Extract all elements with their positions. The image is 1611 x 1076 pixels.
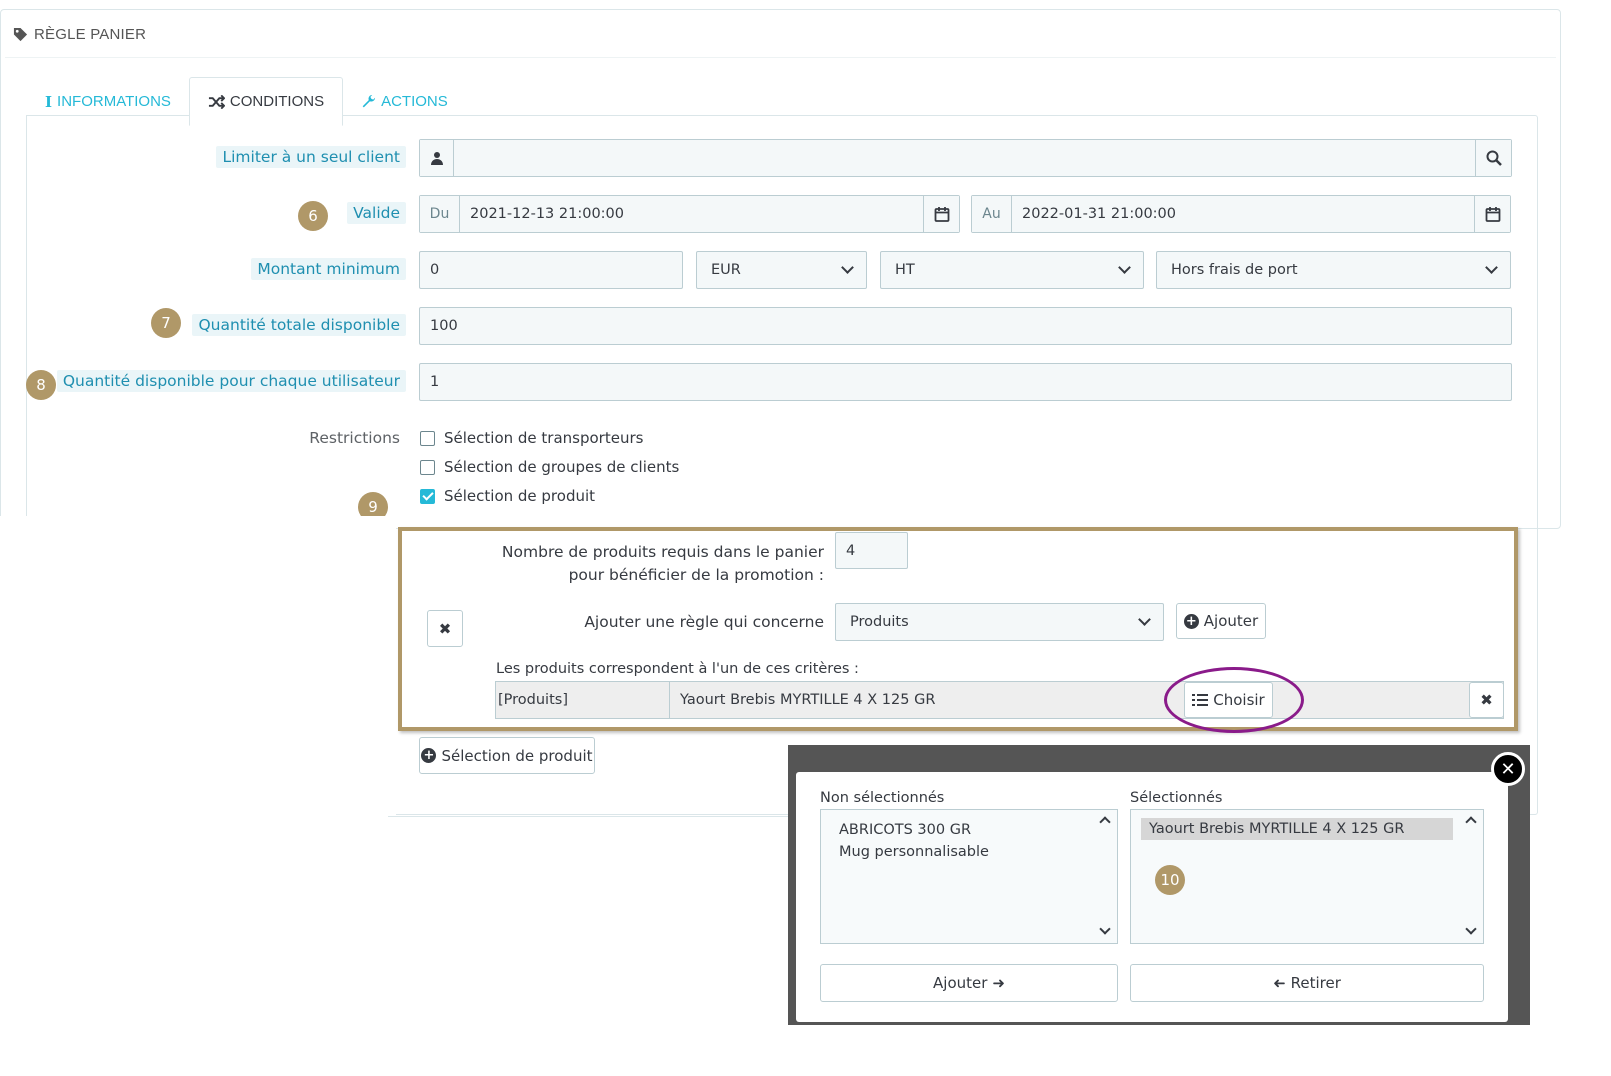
checkbox-label: Sélection de groupes de clients — [444, 458, 680, 476]
tax-select[interactable]: HT — [880, 251, 1144, 289]
choose-button[interactable]: Choisir — [1184, 682, 1273, 718]
client-label: Limiter à un seul client — [216, 146, 406, 168]
per-user-field[interactable]: 1 — [419, 363, 1512, 401]
restriction-carriers[interactable]: Sélection de transporteurs — [420, 429, 643, 447]
user-icon — [420, 140, 454, 176]
wrench-icon — [362, 94, 376, 108]
valid-to-field: Au 2022-01-31 21:00:00 — [971, 195, 1511, 233]
scroll-up-icon[interactable] — [1465, 816, 1477, 828]
valid-to-input[interactable]: 2022-01-31 21:00:00 — [1012, 206, 1474, 222]
panel-title: RÈGLE PANIER — [34, 25, 147, 43]
add-rule-label: Ajouter une règle qui concerne — [584, 613, 824, 631]
rule-type-value: Produits — [850, 614, 909, 630]
carriers-checkbox[interactable] — [420, 430, 435, 446]
tab-label: CONDITIONS — [229, 93, 325, 110]
modal-add-button[interactable]: Ajouter ➜ — [820, 964, 1118, 1002]
shipping-select[interactable]: Hors frais de port — [1156, 251, 1511, 289]
min-amount-input[interactable]: 0 — [420, 262, 682, 278]
from-prefix: Du — [420, 196, 460, 232]
tab-conditions[interactable]: CONDITIONS — [188, 77, 344, 126]
product-rule-box: Nombre de produits requis dans le panier… — [398, 527, 1518, 731]
customer-groups-checkbox[interactable] — [420, 459, 435, 475]
shuffle-icon — [208, 94, 225, 109]
checkbox-label: Sélection de produit — [444, 487, 596, 505]
modal-add-label: Ajouter — [933, 974, 988, 992]
to-prefix: Au — [972, 196, 1012, 232]
total-qty-input[interactable]: 100 — [420, 318, 1511, 334]
chevron-down-icon — [1118, 261, 1131, 274]
per-user-input[interactable]: 1 — [420, 374, 1511, 390]
restriction-customer-groups[interactable]: Sélection de groupes de clients — [420, 458, 679, 476]
tab-label: ACTIONS — [381, 93, 448, 110]
min-amount-field[interactable]: 0 — [419, 251, 683, 289]
calendar-icon[interactable] — [923, 196, 959, 232]
chevron-down-icon — [1138, 613, 1151, 626]
list-item[interactable]: Yaourt Brebis MYRTILLE 4 X 125 GR — [1141, 818, 1453, 840]
panel-heading: RÈGLE PANIER — [13, 22, 146, 46]
selected-title: Sélectionnés — [1130, 790, 1223, 806]
required-products-field[interactable]: 4 — [835, 532, 908, 569]
modal-remove-button[interactable]: ➜ Retirer — [1130, 964, 1484, 1002]
add-rule-button-label: Ajouter — [1203, 612, 1259, 630]
close-icon: ✖ — [1480, 691, 1493, 709]
calendar-icon[interactable] — [1474, 196, 1510, 232]
add-product-selection-button[interactable]: + Sélection de produit — [419, 737, 595, 774]
modal-remove-label: Retirer — [1290, 974, 1341, 992]
rule-type-select[interactable]: Produits — [835, 603, 1164, 641]
step-badge-7: 7 — [151, 308, 181, 338]
currency-select[interactable]: EUR — [696, 251, 867, 289]
tax-value: HT — [895, 262, 915, 278]
delete-rule-group-button[interactable]: ✖ — [427, 610, 463, 647]
restrictions-label: Restrictions — [309, 429, 400, 447]
total-qty-field[interactable]: 100 — [419, 307, 1512, 345]
close-icon: ✖ — [438, 619, 452, 638]
step-badge-10: 10 — [1155, 865, 1185, 895]
scroll-down-icon[interactable] — [1465, 923, 1477, 935]
info-icon: i — [45, 92, 53, 111]
add-product-selection-label: Sélection de produit — [441, 746, 593, 765]
criteria-type: [Produits] — [496, 682, 670, 718]
criteria-row: [Produits] Yaourt Brebis MYRTILLE 4 X 12… — [495, 681, 1504, 719]
checkbox-label: Sélection de transporteurs — [444, 429, 644, 447]
valid-from-field: Du 2021-12-13 21:00:00 — [419, 195, 960, 233]
list-icon — [1192, 694, 1209, 706]
tab-label: INFORMATIONS — [57, 93, 171, 110]
valid-from-input[interactable]: 2021-12-13 21:00:00 — [460, 206, 923, 222]
modal-close-icon[interactable]: ✕ — [1491, 752, 1525, 786]
client-search-field — [419, 139, 1512, 177]
add-rule-button[interactable]: + Ajouter — [1176, 603, 1266, 639]
required-products-label: Nombre de produits requis dans le panier… — [501, 543, 824, 584]
step-badge-6: 6 — [298, 201, 328, 231]
choose-button-label: Choisir — [1213, 691, 1265, 709]
delete-criteria-button[interactable]: ✖ — [1469, 682, 1504, 718]
criteria-value: Yaourt Brebis MYRTILLE 4 X 125 GR — [680, 692, 936, 708]
total-qty-label: Quantité totale disponible — [192, 314, 406, 336]
step-badge-8: 8 — [26, 370, 56, 400]
unselected-title: Non sélectionnés — [820, 790, 945, 806]
arrow-right-icon: ➜ — [992, 974, 1005, 992]
products-checkbox[interactable] — [420, 488, 435, 504]
unselected-listbox[interactable]: ABRICOTS 300 GR Mug personnalisable — [820, 809, 1118, 944]
scroll-down-icon[interactable] — [1099, 923, 1111, 935]
arrow-left-icon: ➜ — [1273, 974, 1286, 992]
chevron-down-icon — [841, 261, 854, 274]
per-user-label: Quantité disponible pour chaque utilisat… — [56, 370, 406, 392]
restriction-products[interactable]: Sélection de produit — [420, 487, 595, 505]
required-products-input[interactable]: 4 — [836, 543, 907, 559]
valid-label: Valide — [347, 202, 406, 224]
search-icon[interactable] — [1475, 140, 1511, 176]
currency-value: EUR — [711, 262, 741, 278]
product-chooser-modal: Non sélectionnés ABRICOTS 300 GR Mug per… — [796, 772, 1508, 1022]
selected-listbox[interactable]: Yaourt Brebis MYRTILLE 4 X 125 GR 10 — [1130, 809, 1484, 944]
tag-icon — [13, 27, 28, 41]
list-item[interactable]: Mug personnalisable — [821, 841, 1117, 863]
shipping-value: Hors frais de port — [1171, 262, 1298, 278]
chevron-down-icon — [1485, 261, 1498, 274]
criteria-label: Les produits correspondent à l'un de ces… — [496, 661, 859, 677]
min-amount-label: Montant minimum — [251, 258, 406, 280]
plus-circle-icon: + — [1183, 613, 1199, 629]
plus-circle-icon: + — [421, 748, 437, 763]
list-item[interactable]: ABRICOTS 300 GR — [821, 819, 1117, 841]
